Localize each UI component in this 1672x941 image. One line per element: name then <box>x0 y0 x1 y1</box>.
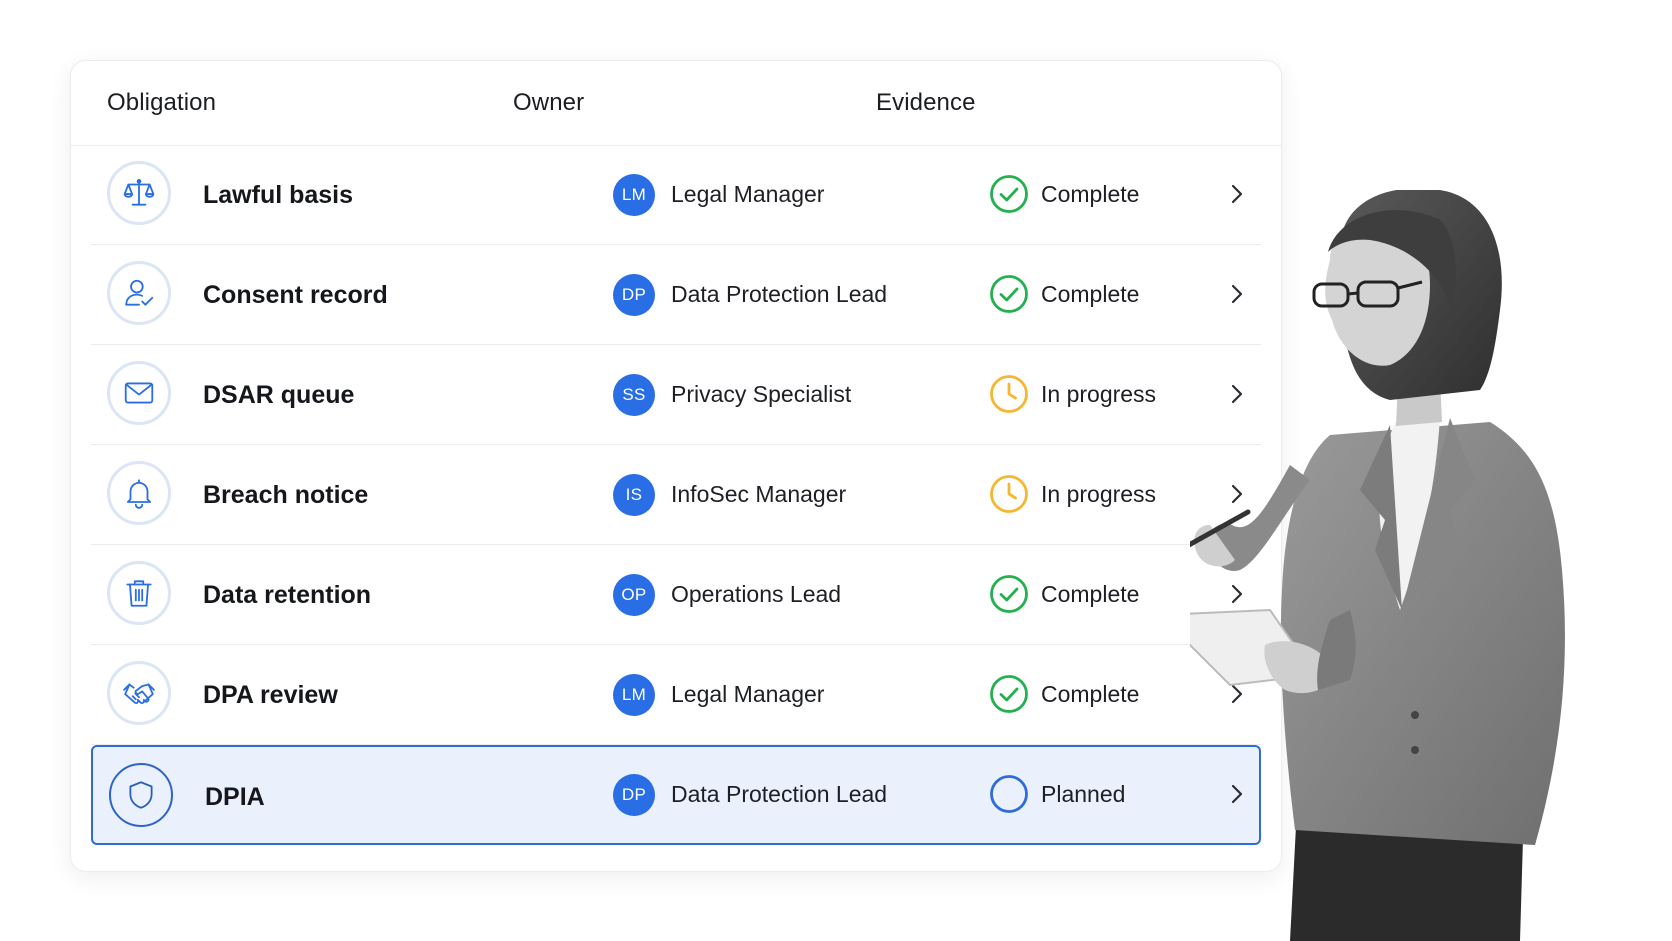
obligation-name: Lawful basis <box>203 181 354 209</box>
header-owner: Owner <box>513 89 585 116</box>
owner-avatar: DP <box>613 774 655 816</box>
evidence-status: Complete <box>1041 681 1140 707</box>
evidence-status: Complete <box>1041 181 1140 207</box>
evidence-status: In progress <box>1041 381 1157 407</box>
check-circle-icon <box>990 675 1028 713</box>
owner-name: Data Protection Lead <box>671 281 888 307</box>
evidence-status: Complete <box>1041 281 1140 307</box>
obligation-name: DSAR queue <box>203 381 355 409</box>
obligation-name: DPA review <box>203 681 338 709</box>
table-row[interactable]: Breach notice IS InfoSec Manager In prog… <box>91 445 1261 545</box>
person-illustration <box>1190 190 1565 941</box>
owner-name: Legal Manager <box>671 181 825 207</box>
user-check-icon <box>107 261 171 325</box>
table-row[interactable]: DSAR queue SS Privacy Specialist In prog… <box>91 345 1261 445</box>
clock-icon <box>990 475 1028 513</box>
owner-avatar: SS <box>613 374 655 416</box>
table-row[interactable]: Consent record DP Data Protection Lead C… <box>91 245 1261 345</box>
check-circle-icon <box>990 175 1028 213</box>
obligation-name: Data retention <box>203 581 372 609</box>
table-header: Obligation Owner Evidence <box>71 61 1281 146</box>
owner-avatar: OP <box>613 574 655 616</box>
owner-name: Legal Manager <box>671 681 825 707</box>
owner-avatar: LM <box>613 174 655 216</box>
table-row[interactable]: Lawful basis LM Legal Manager Complete <box>91 145 1261 245</box>
shield-icon <box>109 763 173 827</box>
obligation-name: DPIA <box>205 783 265 811</box>
table-row[interactable]: Data retention OP Operations Lead Comple… <box>91 545 1261 645</box>
envelope-icon <box>107 361 171 425</box>
owner-name: InfoSec Manager <box>671 481 847 507</box>
obligation-name: Breach notice <box>203 481 369 509</box>
evidence-status: Planned <box>1041 781 1126 807</box>
handshake-icon <box>107 661 171 725</box>
evidence-status: In progress <box>1041 481 1157 507</box>
owner-avatar: IS <box>613 474 655 516</box>
evidence-status: Complete <box>1041 581 1140 607</box>
owner-avatar: LM <box>613 674 655 716</box>
owner-name: Privacy Specialist <box>671 381 852 407</box>
table-row[interactable]: DPA review LM Legal Manager Complete <box>91 645 1261 745</box>
table-row-selected[interactable]: DPIA DP Data Protection Lead Planned <box>91 745 1261 845</box>
trash-icon <box>107 561 171 625</box>
clock-icon <box>990 375 1028 413</box>
owner-avatar: DP <box>613 274 655 316</box>
header-evidence: Evidence <box>876 89 976 116</box>
owner-name: Operations Lead <box>671 581 842 607</box>
header-obligation: Obligation <box>107 89 217 116</box>
check-circle-icon <box>990 275 1028 313</box>
obligation-name: Consent record <box>203 281 388 309</box>
check-circle-icon <box>990 575 1028 613</box>
bell-icon <box>107 461 171 525</box>
owner-name: Data Protection Lead <box>671 781 888 807</box>
obligations-table: Obligation Owner Evidence Lawful basis L… <box>70 60 1282 872</box>
empty-circle-icon <box>990 775 1028 813</box>
scale-icon <box>107 161 171 225</box>
